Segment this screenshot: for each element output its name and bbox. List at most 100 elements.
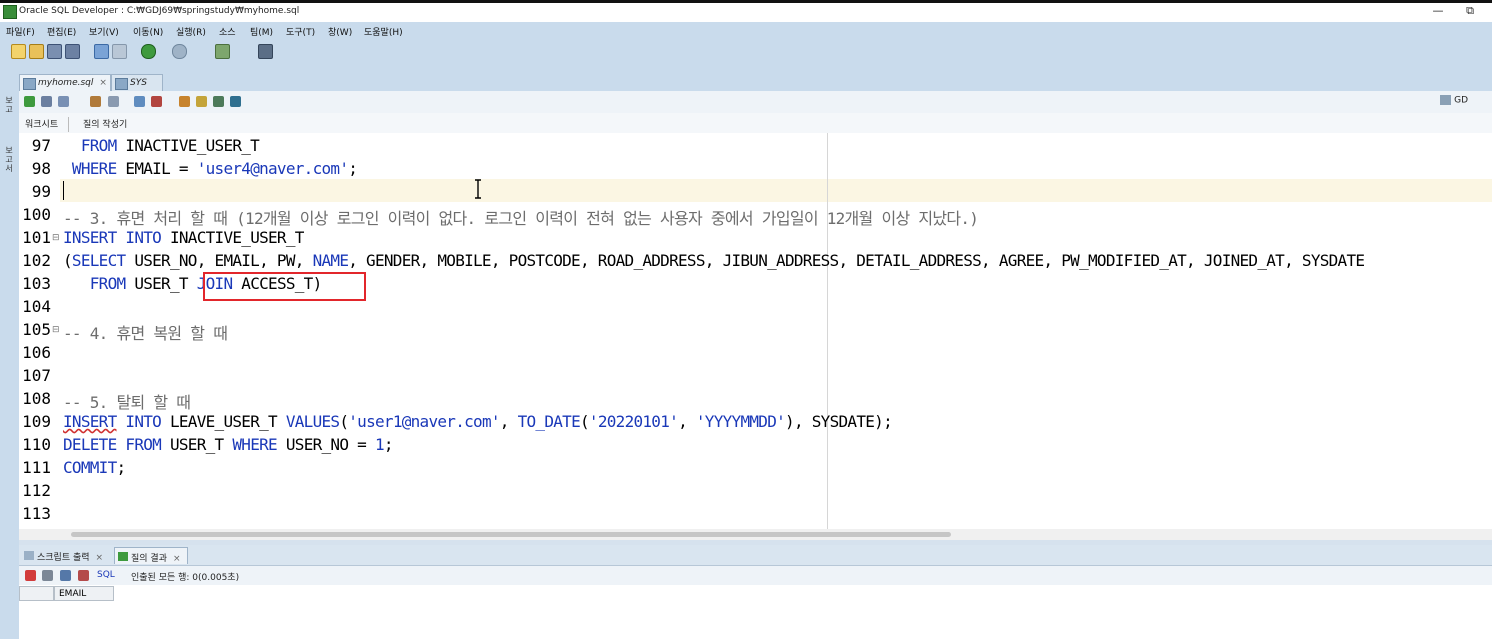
menu-source[interactable]: 소스 — [219, 25, 236, 38]
tab-script-output[interactable]: 스크립트 출력 × — [21, 547, 109, 564]
pin-icon[interactable] — [25, 570, 36, 581]
annotation-highlight-box — [203, 272, 366, 301]
code-line-102: (SELECT USER_NO, EMAIL, PW, NAME, GENDER… — [63, 251, 1365, 270]
script-output-icon — [24, 551, 34, 560]
line-number: 109 — [22, 412, 51, 431]
commit-icon[interactable] — [58, 96, 69, 107]
menu-team[interactable]: 팀(M) — [250, 25, 273, 38]
back-icon[interactable] — [141, 44, 156, 59]
result-grid[interactable]: EMAIL — [19, 585, 1492, 639]
explain-plan-icon[interactable] — [134, 96, 145, 107]
tab-label: 질의 결과 — [131, 554, 167, 564]
history-icon[interactable] — [213, 96, 224, 107]
line-number: 99 — [31, 182, 51, 201]
code-line-100: -- 3. 휴면 처리 할 때 (12개월 이상 로그인 이력이 없다. 로그인… — [63, 209, 979, 228]
fold-icon[interactable]: ⊟ — [52, 233, 60, 243]
fetch-status: 인출된 모든 행: 0(0.005초) — [131, 573, 240, 583]
tab-label: myhome.sql — [38, 78, 94, 88]
open-folder-icon[interactable] — [29, 44, 44, 59]
eraser-icon[interactable] — [196, 96, 207, 107]
ibeam-cursor-icon — [475, 179, 481, 199]
code-line-108: -- 5. 탈퇴 할 때 — [63, 393, 191, 412]
connection-selector[interactable]: GD — [1440, 95, 1468, 106]
line-number: 106 — [22, 343, 51, 362]
export-icon[interactable] — [60, 570, 71, 581]
save-all-icon[interactable] — [65, 44, 80, 59]
new-file-icon[interactable] — [11, 44, 26, 59]
line-number: 107 — [22, 366, 51, 385]
database-icon — [1440, 95, 1452, 105]
row-header-corner — [19, 586, 54, 601]
clear-icon[interactable] — [179, 96, 190, 107]
redo-icon[interactable] — [112, 44, 127, 59]
reports-strip-label-2[interactable]: 보고서 — [3, 146, 15, 173]
menu-file[interactable]: 파일(F) — [6, 25, 35, 38]
minimize-button[interactable]: — — [1424, 4, 1452, 20]
output-tabs: 스크립트 출력 × 질의 결과 × — [19, 545, 1492, 566]
document-tabs: myhome.sql × SYS — [19, 72, 1492, 91]
line-number: 113 — [22, 504, 51, 523]
format-icon[interactable] — [230, 96, 241, 107]
connection-label: GD — [1454, 95, 1468, 106]
line-number: 101 — [22, 228, 51, 247]
tab-query-builder[interactable]: 질의 작성기 — [83, 117, 127, 130]
menu-navigate[interactable]: 이동(N) — [133, 25, 163, 38]
unshared-sql-icon[interactable] — [108, 96, 119, 107]
tab-label: 스크립트 출력 — [37, 553, 90, 563]
tab-myhome-sql[interactable]: myhome.sql × — [19, 74, 111, 91]
line-number: 110 — [22, 435, 51, 454]
menu-toolbar-area: 파일(F) 편집(E) 보기(V) 이동(N) 실행(R) 소스 팀(M) 도구… — [0, 22, 1492, 72]
monitor-sessions-icon[interactable] — [258, 44, 273, 59]
rollback-icon[interactable] — [90, 96, 101, 107]
sql-file-icon — [23, 78, 36, 90]
menu-window[interactable]: 창(W) — [328, 25, 352, 38]
sql-worksheet-icon[interactable] — [215, 44, 230, 59]
menu-view[interactable]: 보기(V) — [89, 25, 119, 38]
editor-toolbar: GD — [19, 91, 1492, 114]
reports-strip-label[interactable]: 보고 — [3, 96, 15, 114]
sql-editor[interactable]: 97 98 99 100 101 102 103 104 105 106 107… — [19, 133, 1492, 529]
undo-icon[interactable] — [94, 44, 109, 59]
menu-edit[interactable]: 편집(E) — [47, 25, 76, 38]
right-margin-guide — [827, 133, 828, 529]
tab-sys[interactable]: SYS — [111, 74, 163, 91]
tab-query-result[interactable]: 질의 결과 × — [114, 547, 188, 564]
menu-run[interactable]: 실행(R) — [176, 25, 206, 38]
sql-developer-app-icon — [3, 5, 17, 19]
result-toolbar: SQL 인출된 모든 행: 0(0.005초) — [19, 566, 1492, 585]
fold-icon[interactable]: ⊟ — [52, 325, 60, 335]
editor-subtabs: 워크시트 질의 작성기 — [19, 113, 1492, 134]
sql-link[interactable]: SQL — [97, 570, 115, 580]
line-number: 108 — [22, 389, 51, 408]
refresh-icon[interactable] — [78, 570, 89, 581]
line-number: 100 — [22, 205, 51, 224]
window-title: Oracle SQL Developer : C:₩GDJ69₩springst… — [19, 6, 300, 16]
current-line-highlight — [60, 179, 1492, 202]
menu-help[interactable]: 도움말(H) — [364, 25, 403, 38]
text-caret — [63, 181, 64, 200]
line-number: 105 — [22, 320, 51, 339]
code-line-111: COMMIT; — [63, 458, 126, 477]
code-line-97: FROM INACTIVE_USER_T — [80, 136, 260, 155]
horizontal-scrollbar[interactable] — [19, 529, 1492, 540]
autotrace-icon[interactable] — [151, 96, 162, 107]
code-line-98: WHERE EMAIL = 'user4@naver.com'; — [71, 159, 358, 178]
code-line-105: -- 4. 휴면 복원 할 때 — [63, 324, 228, 343]
line-number: 97 — [31, 136, 51, 155]
tab-worksheet[interactable]: 워크시트 — [25, 117, 70, 132]
scrollbar-thumb[interactable] — [71, 532, 951, 537]
line-number: 111 — [22, 458, 51, 477]
menu-tools[interactable]: 도구(T) — [286, 25, 315, 38]
code-line-110: DELETE FROM USER_T WHERE USER_NO = 1; — [63, 435, 394, 454]
save-icon[interactable] — [47, 44, 62, 59]
close-tab-icon[interactable]: × — [173, 554, 181, 564]
run-statement-icon[interactable] — [24, 96, 35, 107]
close-tab-icon[interactable]: × — [96, 553, 104, 563]
tab-label: SYS — [130, 78, 147, 88]
run-script-icon[interactable] — [41, 96, 52, 107]
restore-button[interactable]: ⧉ — [1456, 4, 1484, 20]
close-tab-icon[interactable]: × — [99, 78, 107, 88]
print-icon[interactable] — [42, 570, 53, 581]
column-header-email[interactable]: EMAIL — [54, 586, 114, 601]
forward-icon[interactable] — [172, 44, 187, 59]
